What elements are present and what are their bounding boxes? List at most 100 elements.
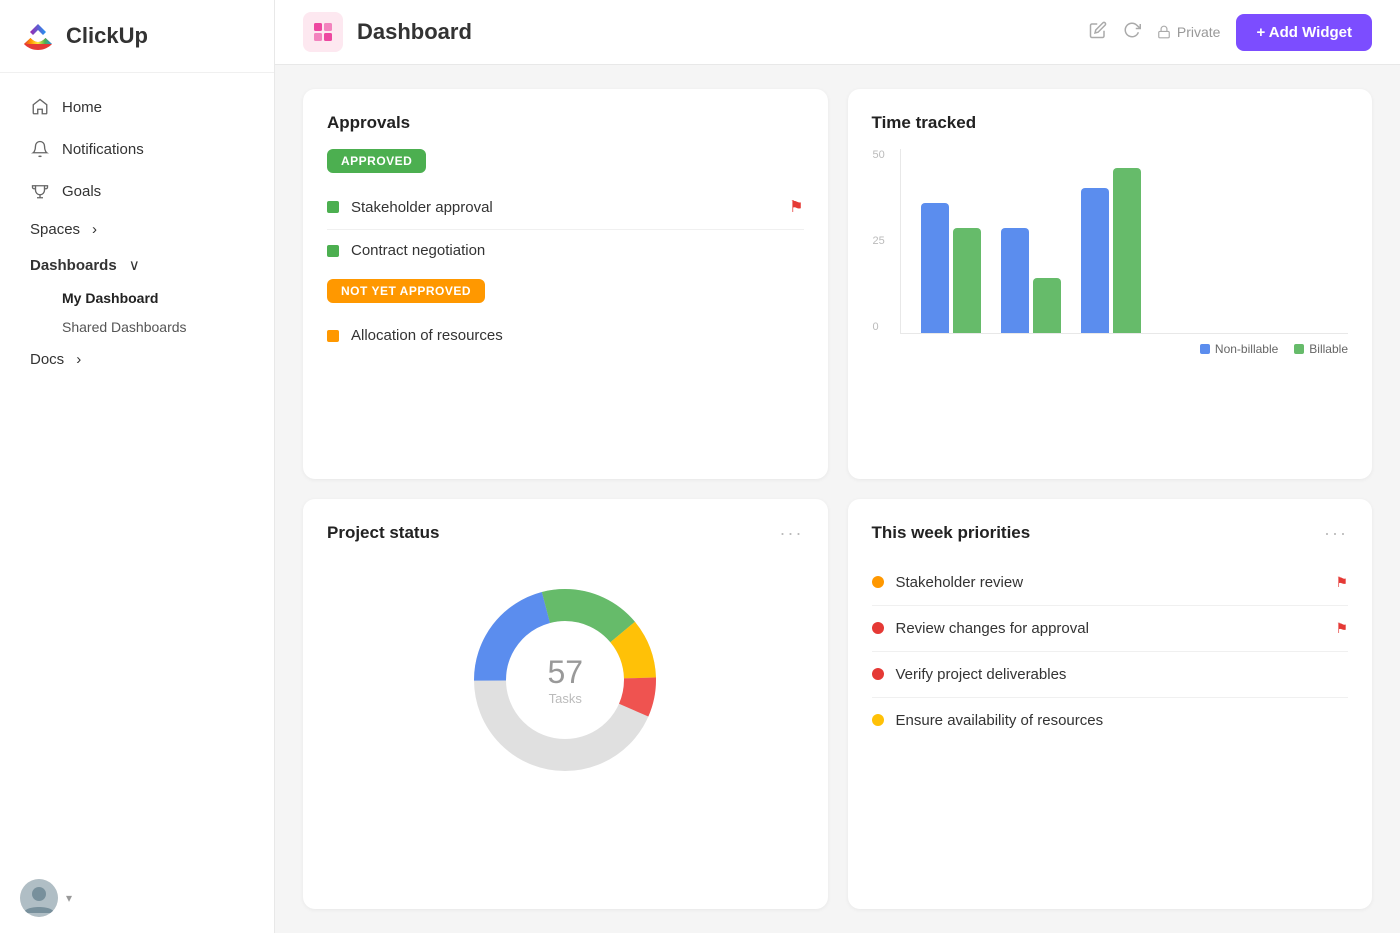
sidebar-item-home[interactable]: Home [8,87,266,127]
sidebar-nav: Home Notifications Goals Spaces › Dashbo… [0,73,274,390]
spaces-chevron-icon: › [92,221,97,238]
time-tracked-card: Time tracked 50 25 0 [848,89,1373,479]
legend-dot-green [1294,344,1304,354]
add-widget-button[interactable]: + Add Widget [1236,14,1372,51]
y-label-50: 50 [873,149,895,161]
header: Dashboard Private + Add Widget [275,0,1400,65]
project-status-card: Project status ··· [303,499,828,910]
bell-icon [30,139,50,159]
priority-dot-orange [872,576,884,588]
donut-chart: 57 Tasks [455,570,675,790]
approval-item[interactable]: Allocation of resources [327,315,804,356]
home-icon [30,97,50,117]
spaces-label: Spaces [30,221,80,238]
sidebar-item-spaces[interactable]: Spaces › [8,213,266,246]
not-approved-badge: NOT YET APPROVED [327,279,485,303]
bar-blue-3 [1081,188,1109,333]
priority-item[interactable]: Review changes for approval ⚑ [872,606,1349,652]
not-approved-items-list: Allocation of resources [327,315,804,356]
trophy-icon [30,181,50,201]
approval-item-label: Contract negotiation [351,242,485,259]
priorities-menu[interactable]: ··· [1324,523,1348,544]
bar-group-3 [1081,168,1141,333]
bar-green-3 [1113,168,1141,333]
approval-item-label: Stakeholder approval [351,199,493,216]
privacy-indicator: Private [1157,24,1221,40]
goals-label: Goals [62,183,244,200]
priority-label: Stakeholder review [896,574,1024,591]
privacy-label: Private [1177,24,1221,40]
project-status-menu[interactable]: ··· [780,523,804,544]
sidebar-item-notifications[interactable]: Notifications [8,129,266,169]
priority-item[interactable]: Verify project deliverables [872,652,1349,698]
priority-label: Ensure availability of resources [896,712,1104,729]
approval-item[interactable]: Stakeholder approval ⚑ [327,185,804,230]
dashboards-chevron-icon: ∨ [129,256,140,274]
priority-label: Verify project deliverables [896,666,1067,683]
main-content: Dashboard Private + Add Widget Approvals… [275,0,1400,933]
priority-item[interactable]: Stakeholder review ⚑ [872,560,1349,606]
sidebar-logo[interactable]: ClickUp [0,0,274,73]
bar-blue-1 [921,203,949,333]
notifications-label: Notifications [62,141,244,158]
avatar-chevron-icon: ▾ [66,891,72,905]
sidebar: ClickUp Home Notifications Goals Spaces [0,0,275,933]
priorities-header: This week priorities ··· [872,523,1349,544]
pencil-icon[interactable] [1089,21,1107,44]
y-label-25: 25 [873,235,895,247]
approval-item-label: Allocation of resources [351,327,503,344]
priority-dot-red [872,622,884,634]
priority-flag-icon: ⚑ [1335,574,1348,591]
approvals-title: Approvals [327,113,804,133]
docs-label: Docs [30,351,64,368]
avatar [20,879,58,917]
priority-dot-red [872,668,884,680]
sidebar-item-my-dashboard[interactable]: My Dashboard [8,284,266,312]
approval-item[interactable]: Contract negotiation [327,230,804,271]
bar-green-2 [1033,278,1061,333]
shared-dashboards-label: Shared Dashboards [62,319,187,335]
bar-group-1 [921,203,981,333]
home-label: Home [62,99,244,116]
project-status-header: Project status ··· [327,523,804,544]
legend-non-billable: Non-billable [1200,342,1278,356]
priority-dot-yellow [872,714,884,726]
header-actions: Private + Add Widget [1089,14,1372,51]
approved-dot [327,245,339,257]
not-approved-dot [327,330,339,342]
time-chart: 50 25 0 [872,149,1349,369]
docs-chevron-icon: › [76,351,81,368]
user-avatar-area[interactable]: ▾ [0,863,274,933]
sidebar-item-shared-dashboards[interactable]: Shared Dashboards [8,313,266,341]
donut-container: 57 Tasks [327,560,804,800]
dashboard-header-icon [303,12,343,52]
bar-group-2 [1001,228,1061,333]
sidebar-item-docs[interactable]: Docs › [8,343,266,376]
my-dashboard-label: My Dashboard [62,290,158,306]
priorities-list: Stakeholder review ⚑ Review changes for … [872,560,1349,743]
approved-items-list: Stakeholder approval ⚑ Contract negotiat… [327,185,804,271]
bar-green-1 [953,228,981,333]
bar-blue-2 [1001,228,1029,333]
legend-dot-blue [1200,344,1210,354]
approvals-card: Approvals APPROVED Stakeholder approval … [303,89,828,479]
flag-icon: ⚑ [789,197,803,217]
dashboards-label: Dashboards [30,257,117,274]
dashboard-grid: Approvals APPROVED Stakeholder approval … [275,65,1400,933]
approved-dot [327,201,339,213]
sidebar-item-goals[interactable]: Goals [8,171,266,211]
priority-label: Review changes for approval [896,620,1089,637]
task-label: Tasks [547,691,583,706]
legend-billable-label: Billable [1309,342,1348,356]
priorities-card: This week priorities ··· Stakeholder rev… [848,499,1373,910]
sidebar-item-dashboards[interactable]: Dashboards ∨ [8,248,266,282]
priorities-title: This week priorities [872,523,1031,543]
legend-non-billable-label: Non-billable [1215,342,1278,356]
legend-billable: Billable [1294,342,1348,356]
logo-text: ClickUp [66,23,148,49]
refresh-icon[interactable] [1123,21,1141,44]
priority-item[interactable]: Ensure availability of resources [872,698,1349,743]
y-label-0: 0 [873,321,895,333]
chart-legend: Non-billable Billable [872,342,1349,356]
project-status-title: Project status [327,523,439,543]
